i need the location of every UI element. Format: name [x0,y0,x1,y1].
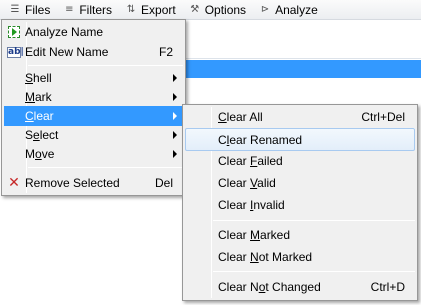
menu-item-clear[interactable]: Clear [4,106,183,126]
menu-item-label: Move [25,147,55,161]
menu-item-mark[interactable]: Mark [4,87,183,107]
menu-item-clear-all[interactable]: Clear All Ctrl+Del [185,107,415,127]
menu-item-clear-not-marked[interactable]: Clear Not Marked [185,247,415,267]
menu-item-select[interactable]: Select [4,125,183,145]
context-menu: Analyze Name ab| Edit New Name F2 Shell … [1,19,186,196]
analyze-name-icon [7,25,21,39]
menu-separator [28,167,183,168]
clear-submenu: Clear All Ctrl+Del Clear Renamed Clear F… [182,104,418,301]
menu-item-clear-invalid[interactable]: Clear Invalid [185,195,415,215]
menu-item-label: Analyze Name [25,25,104,39]
menu-item-analyze-name[interactable]: Analyze Name [4,22,183,42]
menu-item-label: Remove Selected [25,176,120,190]
submenu-arrow-icon [173,150,177,158]
list-divider [180,58,421,59]
analyze-icon: ⊳ [260,3,270,15]
options-icon: ⚒ [190,3,200,15]
menu-item-label: Clear Not Changed [218,280,321,294]
menu-item-remove-selected[interactable]: ✕ Remove Selected Del [4,173,183,193]
menu-item-label: Clear Failed [218,154,283,168]
menu-item-shortcut: Ctrl+Del [361,110,405,124]
toolbar-analyze-button[interactable]: ⊳ Analyze [250,0,322,20]
toolbar-analyze-label: Analyze [275,2,318,17]
menu-item-label: Clear [25,109,54,123]
toolbar-options-button[interactable]: ⚒ Options [180,0,250,20]
menu-item-clear-marked[interactable]: Clear Marked [185,225,415,245]
export-icon: ⇅ [126,3,136,15]
toolbar: ☰ Files ≡ Filters ⇅ Export ⚒ Options ⊳ A… [0,0,421,20]
submenu-arrow-icon [173,74,177,82]
menu-separator [213,271,415,272]
edit-name-icon: ab| [7,46,24,58]
menu-item-label: Select [25,128,59,142]
menu-item-label: Clear Invalid [218,198,285,212]
menu-item-label: Edit New Name [25,45,109,59]
menu-item-shortcut: F2 [158,45,173,59]
menu-item-clear-not-changed[interactable]: Clear Not Changed Ctrl+D [185,277,415,297]
submenu-arrow-icon [173,131,177,139]
menu-item-shortcut: Del [154,176,173,190]
submenu-arrow-icon [173,93,177,101]
menu-separator [213,220,415,221]
toolbar-files-button[interactable]: ☰ Files [0,0,54,20]
menu-separator [28,65,183,66]
toolbar-files-label: Files [25,2,51,17]
toolbar-options-label: Options [204,2,247,17]
menu-item-label: Clear Renamed [218,132,303,147]
remove-icon: ✕ [8,175,20,191]
menu-item-label: Clear Valid [218,176,276,190]
menu-item-clear-failed[interactable]: Clear Failed [185,151,415,171]
menu-item-label: Shell [25,71,52,85]
files-icon: ☰ [10,3,20,15]
toolbar-filters-button[interactable]: ≡ Filters [54,0,116,20]
menu-item-shell[interactable]: Shell [4,68,183,88]
menu-item-label: Mark [25,90,52,104]
menu-item-label: Clear All [218,110,263,124]
submenu-arrow-icon [173,112,177,120]
menu-item-shortcut: Ctrl+D [370,280,405,294]
selected-file-row[interactable] [180,60,421,78]
menu-item-clear-renamed[interactable]: Clear Renamed [185,128,415,151]
toolbar-export-label: Export [141,2,176,17]
menu-item-label: Clear Not Marked [218,250,313,264]
menu-item-move[interactable]: Move [4,144,183,164]
filters-icon: ≡ [65,3,74,15]
menu-item-clear-valid[interactable]: Clear Valid [185,173,415,193]
toolbar-export-button[interactable]: ⇅ Export [116,0,180,20]
menu-item-label: Clear Marked [218,228,291,242]
toolbar-filters-label: Filters [79,2,113,17]
menu-item-edit-new-name[interactable]: ab| Edit New Name F2 [4,42,183,62]
